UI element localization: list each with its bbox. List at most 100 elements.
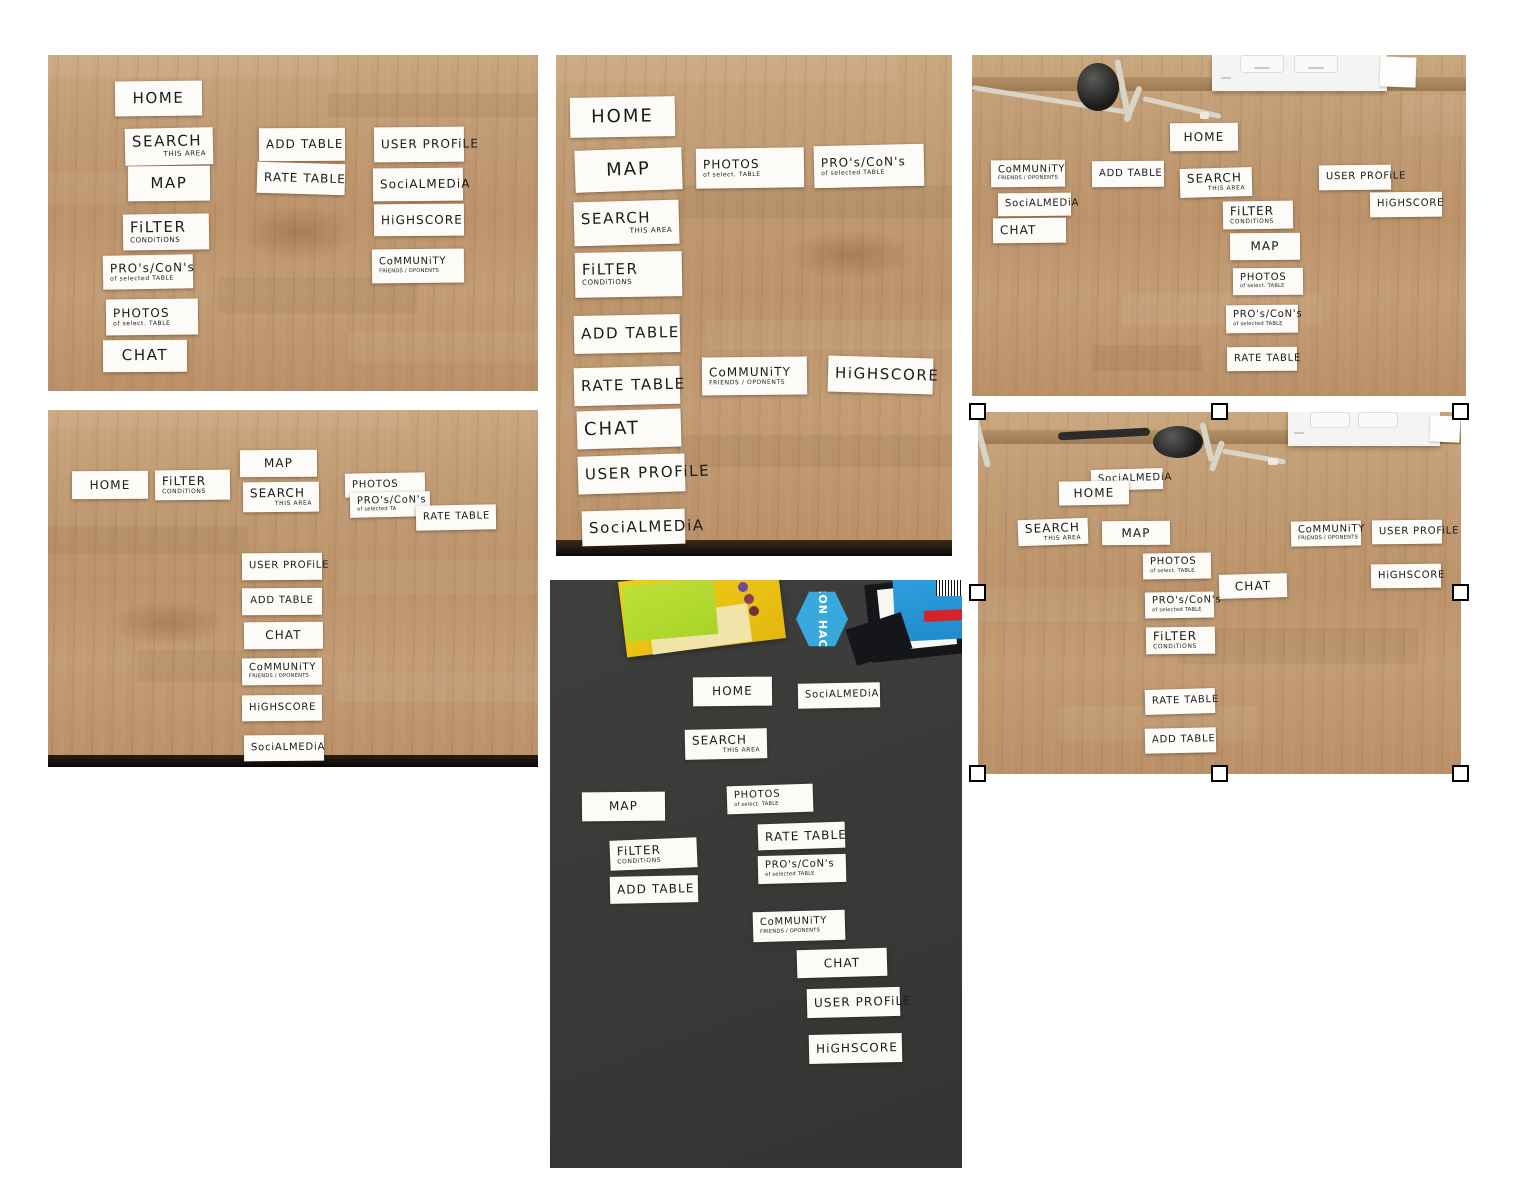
card-rate-table[interactable]: RATE TABLE [1226, 346, 1301, 372]
card-chat[interactable]: CHAT [576, 408, 682, 450]
selection-handle-top-right[interactable] [1452, 403, 1469, 420]
card-title: HOME [1183, 129, 1225, 144]
card-chat[interactable]: CHAT [102, 339, 188, 373]
selection-handle-bottom-center[interactable] [1211, 765, 1228, 782]
card-highscore[interactable]: HiGHSCORE [808, 1033, 903, 1064]
card-search[interactable]: SEARCH THIS AREA [124, 127, 214, 166]
card-community[interactable]: CoMMUNiTY FRIENDS / OPONENTS [990, 159, 1065, 188]
card-socialmedia[interactable]: SociALMEDiA [581, 508, 705, 547]
card-search[interactable]: SEARCH THIS AREA [684, 728, 768, 760]
card-filter[interactable]: FiLTER CONDiTiONS [1222, 200, 1294, 230]
card-photos[interactable]: PHOTOS of select. TABLE [726, 783, 814, 815]
card-map[interactable]: MAP [239, 449, 318, 478]
card-community[interactable]: CoMMUNiTY FRIENDS / OPONENTS [371, 248, 465, 284]
card-title: HiGHSCORE [815, 1040, 899, 1057]
card-highscore[interactable]: HiGHSCORE [373, 203, 465, 237]
selection-handle-bottom-left[interactable] [969, 765, 986, 782]
card-add-table[interactable]: ADD TABLE [241, 587, 323, 616]
card-rate-table[interactable]: RATE TABLE [1144, 688, 1219, 715]
selection-handle-middle-right[interactable] [1452, 584, 1469, 601]
card-map[interactable]: MAP [1229, 232, 1301, 261]
card-photos[interactable]: PHOTOS of select. TABLE [105, 298, 199, 336]
card-title: CHAT [1234, 578, 1272, 594]
card-user-profile[interactable]: USER PROFiLE [806, 986, 912, 1019]
card-highscore[interactable]: HiGHSCORE [241, 694, 323, 722]
photo-card-sort-wood-three-columns[interactable]: HOME SEARCH THIS AREA MAP FiLTER CONDiTiONS PR… [48, 55, 538, 391]
card-search[interactable]: SEARCH THIS AREA [1179, 167, 1253, 198]
selection-handle-top-left[interactable] [969, 403, 986, 420]
card-community[interactable]: CoMMUNiTY FRIENDS / OPONENTS [701, 356, 808, 396]
card-add-table[interactable]: ADD TABLE [573, 313, 681, 355]
card-photos[interactable]: PHOTOS of select. TABLE [1142, 552, 1212, 580]
card-photos[interactable]: PHOTOS of select. TABLE [695, 147, 805, 189]
card-chat[interactable]: CHAT [992, 217, 1067, 244]
card-home[interactable]: HOME [569, 96, 676, 138]
card-search[interactable]: SEARCH THIS AREA [573, 199, 680, 247]
card-search[interactable]: SEARCH THIS AREA [1017, 517, 1089, 547]
selection-handle-bottom-right[interactable] [1452, 765, 1469, 782]
card-socialmedia[interactable]: SociALMEDiA [372, 167, 471, 202]
card-home[interactable]: HOME [1169, 122, 1239, 152]
card-user-profile[interactable]: USER PROFiLE [1318, 164, 1406, 191]
card-community[interactable]: CoMMUNiTY FRIENDS / OPONENTS [241, 657, 323, 686]
card-map[interactable]: MAP [127, 165, 211, 202]
card-socialmedia[interactable]: SociALMEDiA [243, 734, 325, 762]
card-add-table[interactable]: ADD TABLE [1144, 727, 1217, 754]
photo-card-sort-wood-desk-with-cables[interactable]: HOME CoMMUNiTY FRIENDS / OPONENTS SociALMED… [972, 55, 1466, 396]
card-pros-cons[interactable]: PRO's/CoN's of selected TABLE [757, 853, 847, 885]
card-pros-cons[interactable]: PRO's/CoN's of selected TABLE [1144, 591, 1222, 619]
card-user-profile[interactable]: USER PROFiLE [241, 552, 330, 581]
card-filter[interactable]: FiLTER CONDiTiONS [1145, 626, 1216, 655]
photo-card-sort-wood-desk-selected[interactable]: SociALMEDiA HOME SEARCH THIS AREA MAP PHOTOS o… [978, 412, 1461, 774]
card-map[interactable]: MAP [574, 147, 683, 193]
card-add-table[interactable]: ADD TABLE [1091, 160, 1165, 188]
card-user-profile[interactable]: USER PROFiLE [1371, 519, 1459, 545]
card-filter[interactable]: FiLTER CONDiTiONS [122, 213, 210, 251]
photo-card-sort-dark-table-diagonal[interactable]: IRON HACK HOME SociALMEDiA SEARCH THIS AREA… [550, 580, 962, 1168]
card-filter[interactable]: FiLTER CONDiTiONS [574, 251, 683, 298]
card-user-profile[interactable]: USER PROFiLE [373, 126, 479, 163]
card-title: PHOTOS [702, 156, 760, 172]
card-home[interactable]: HOME [692, 676, 773, 707]
card-socialmedia[interactable]: SociALMEDiA [997, 192, 1079, 217]
card-add-table[interactable]: ADD TABLE [609, 875, 699, 904]
card-chat[interactable]: CHAT [243, 621, 324, 650]
card-rate-table[interactable]: RATE TABLE [757, 821, 847, 851]
selection-handle-top-center[interactable] [1211, 403, 1228, 420]
card-home[interactable]: HOME [1058, 480, 1130, 506]
photo-card-sort-wood-single-column[interactable]: HOME MAP SEARCH THIS AREA FiLTER CONDiTiONS AD… [556, 55, 952, 556]
card-pros-cons[interactable]: PRO's/CoN's of selected TABLE [1225, 304, 1303, 334]
card-highscore[interactable]: HiGHSCORE [1370, 563, 1445, 589]
card-user-profile[interactable]: USER PROFiLE [577, 453, 710, 495]
card-chat[interactable]: CHAT [796, 947, 888, 979]
card-subtitle: THIS AREA [163, 149, 207, 159]
card-map[interactable]: MAP [581, 791, 666, 822]
card-pros-cons[interactable]: PRO's/CoN's of selected TABLE [102, 254, 195, 290]
card-pros-cons[interactable]: PRO's/CoN's of selected TABLE [813, 143, 925, 189]
device-slot [1294, 55, 1338, 73]
card-title: PHOTOS [351, 478, 399, 491]
card-socialmedia[interactable]: SociALMEDiA [797, 682, 881, 709]
card-rate-table[interactable]: RATE TABLE [256, 161, 346, 196]
card-add-table[interactable]: ADD TABLE [258, 127, 346, 162]
card-title: PRO's/CoN's [356, 494, 427, 507]
card-community[interactable]: CoMMUNiTY FRIENDS / OPONENTS [752, 909, 846, 943]
card-filter[interactable]: FiLTER CONDiTiONS [154, 469, 231, 501]
card-highscore[interactable]: HiGHSCORE [1369, 191, 1444, 218]
card-title: HOME [89, 477, 131, 492]
card-search[interactable]: SEARCH THIS AREA [242, 481, 320, 513]
card-chat[interactable]: CHAT [1218, 573, 1288, 599]
card-filter[interactable]: FiLTER CONDiTiONS [609, 837, 698, 871]
card-home[interactable]: HOME [71, 470, 149, 500]
selection-handle-middle-left[interactable] [969, 584, 986, 601]
card-rate-table[interactable]: RATE TABLE [415, 504, 497, 531]
photo-card-sort-wood-horizontal-top-row[interactable]: HOME FiLTER CONDiTiONS MAP SEARCH THIS AREA PH… [48, 410, 538, 767]
card-community[interactable]: CoMMUNiTY FRIENDS / OPONENTS [1290, 520, 1365, 547]
card-home[interactable]: HOME [114, 80, 203, 117]
card-rate-table[interactable]: RATE TABLE [573, 365, 686, 407]
card-highscore[interactable]: HiGHSCORE [827, 355, 940, 395]
card-title: HOME [590, 105, 654, 128]
card-title: USER PROFiLE [248, 559, 330, 572]
card-photos[interactable]: PHOTOS of select. TABLE [1232, 267, 1304, 296]
card-map[interactable]: MAP [1101, 520, 1171, 546]
